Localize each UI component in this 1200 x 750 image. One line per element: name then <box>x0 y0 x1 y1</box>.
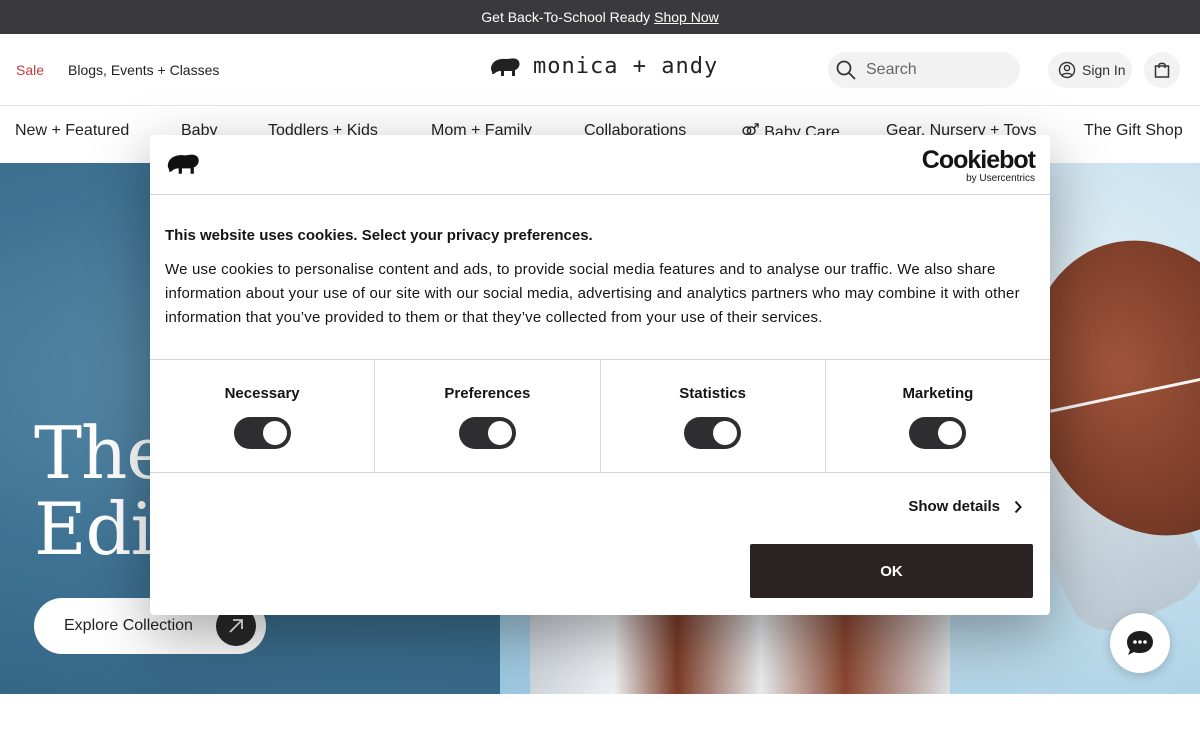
elephant-logo-icon <box>491 57 520 76</box>
cookie-consent-dialog: Cookiebot by Usercentrics This website u… <box>150 135 1050 615</box>
toggle-switch-preferences[interactable] <box>458 417 516 449</box>
cookiebot-subtitle: by Usercentrics <box>966 173 1035 184</box>
shop-now-link[interactable]: Shop Now <box>654 9 719 25</box>
nav-item-gift-shop[interactable]: The Gift Shop <box>1084 122 1183 140</box>
cookiebot-logo[interactable]: Cookiebot by Usercentrics <box>921 146 1036 184</box>
explore-collection-label: Explore Collection <box>64 617 193 634</box>
sign-in-button[interactable]: Sign In <box>1048 52 1132 88</box>
search-input[interactable] <box>866 61 1006 79</box>
nav-item-new-featured[interactable]: New + Featured <box>15 122 129 140</box>
toggle-switch-statistics[interactable] <box>684 417 742 449</box>
toggle-switch-necessary[interactable] <box>233 417 291 449</box>
sign-in-label: Sign In <box>1082 62 1126 78</box>
cookie-dialog-body: This website uses cookies. Select your p… <box>165 227 1035 330</box>
sale-link[interactable]: Sale <box>16 62 44 78</box>
ok-button[interactable]: OK <box>750 544 1033 598</box>
toggle-label-statistics: Statistics <box>679 385 746 402</box>
logo-text: monica + andy <box>533 54 719 79</box>
chat-button[interactable] <box>1110 613 1170 673</box>
toggle-knob <box>487 421 512 445</box>
search-icon <box>836 60 856 80</box>
toggle-necessary: Necessary <box>150 360 376 472</box>
cookie-dialog-header: Cookiebot by Usercentrics <box>150 135 1050 195</box>
show-details-link[interactable]: Show details <box>908 498 1022 515</box>
toggle-knob <box>938 421 963 445</box>
toggle-statistics: Statistics <box>601 360 826 472</box>
toggle-label-preferences: Preferences <box>444 385 531 402</box>
cookiebot-name: Cookiebot <box>921 146 1036 174</box>
cookie-dialog-text: We use cookies to personalise content an… <box>165 261 1020 326</box>
header-left-links: Sale Blogs, Events + Classes <box>16 62 219 78</box>
blogs-link[interactable]: Blogs, Events + Classes <box>68 62 219 78</box>
search-box[interactable] <box>828 52 1020 88</box>
shopping-bag-icon <box>1154 62 1170 78</box>
toggle-marketing: Marketing <box>826 360 1050 472</box>
cookie-toggles: Necessary Preferences Statistics Marketi… <box>150 359 1050 473</box>
elephant-logo-icon <box>167 154 199 174</box>
toggle-label-marketing: Marketing <box>902 385 974 402</box>
toggle-knob <box>262 421 287 445</box>
user-icon <box>1058 61 1076 79</box>
toggle-knob <box>713 421 738 445</box>
site-logo[interactable]: monica + andy <box>489 54 718 79</box>
announcement-bar: Get Back-To-School Ready Shop Now <box>0 0 1200 34</box>
cart-button[interactable] <box>1144 52 1180 88</box>
toggle-label-necessary: Necessary <box>224 385 300 402</box>
toggle-preferences: Preferences <box>375 360 601 472</box>
site-header: Sale Blogs, Events + Classes monica + an… <box>0 34 1200 106</box>
announcement-text: Get Back-To-School Ready <box>481 9 651 25</box>
show-details-label: Show details <box>908 498 1000 515</box>
toggle-switch-marketing[interactable] <box>909 417 967 449</box>
cookie-dialog-title: This website uses cookies. Select your p… <box>165 227 593 244</box>
chat-icon <box>1127 631 1153 655</box>
chevron-right-icon <box>1014 500 1022 513</box>
